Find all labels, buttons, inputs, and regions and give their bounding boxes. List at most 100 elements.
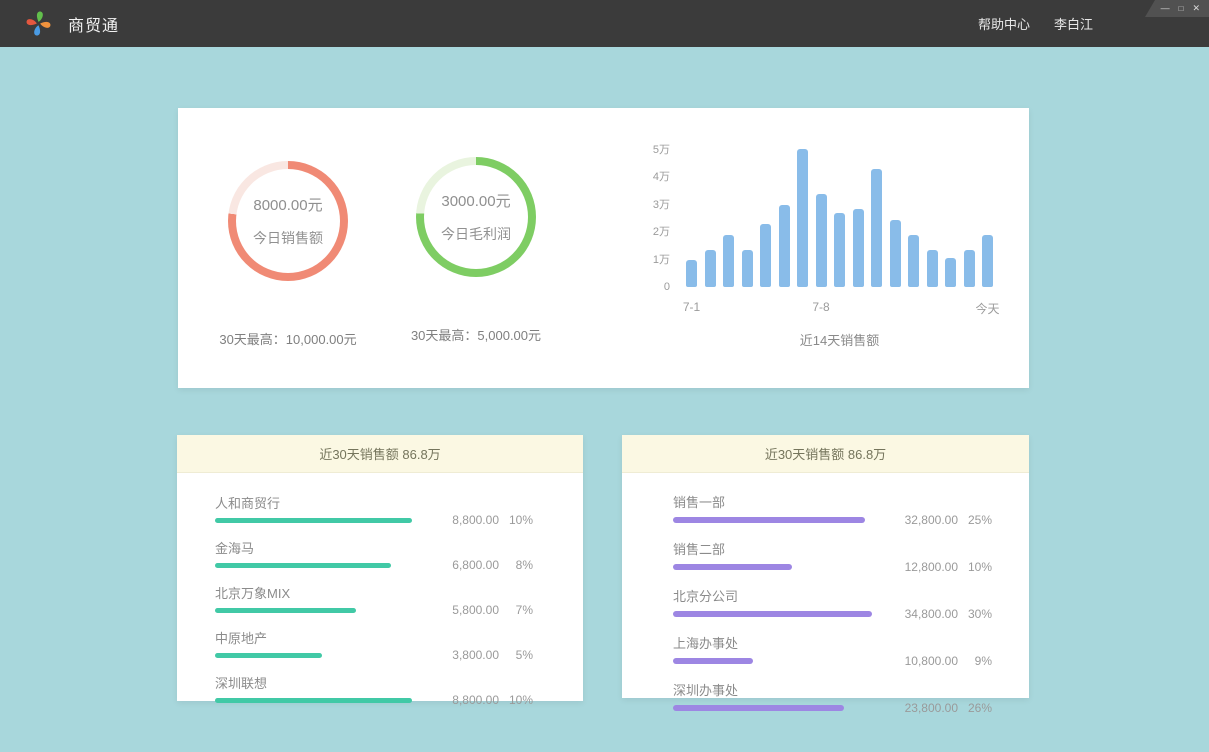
customers-list: 人和商贸行8,800.0010% 金海马6,800.008% 北京万象MIX5,80…: [177, 473, 583, 703]
sales-bar: [964, 250, 975, 287]
x-tick-label: 今天: [975, 300, 999, 317]
row-label: 深圳联想: [215, 673, 421, 692]
app-title: 商贸通: [68, 12, 119, 36]
header-nav: 帮助中心 李白江: [978, 0, 1093, 47]
y-tick-label: 3万: [653, 199, 670, 211]
row-label: 深圳办事处: [673, 680, 880, 699]
row-percent: 10%: [499, 693, 533, 707]
minimize-icon[interactable]: —: [1161, 0, 1170, 17]
row-bar: [673, 517, 865, 523]
row-bar: [673, 564, 792, 570]
row-percent: 26%: [958, 701, 992, 715]
bar-chart-caption: 近14天销售额: [686, 330, 993, 349]
row-bar: [215, 608, 356, 613]
row-percent: 9%: [958, 654, 992, 668]
today-profit-gauge: 3000.00元 今日毛利润 30天最高：5,000.00元: [396, 157, 556, 344]
profit-donut: 3000.00元 今日毛利润: [416, 157, 536, 277]
list-item: 北京万象MIX5,800.007%: [215, 583, 533, 613]
help-center-link[interactable]: 帮助中心: [978, 14, 1030, 33]
row-bar: [215, 653, 322, 658]
row-label: 北京分公司: [673, 586, 880, 605]
row-amount: 5,800.00: [421, 603, 499, 617]
today-sales-label: 今日销售额: [253, 228, 323, 248]
row-percent: 10%: [499, 513, 533, 527]
customers-card: 近30天销售额 86.8万 人和商贸行8,800.0010% 金海马6,800.0…: [177, 435, 583, 701]
row-label: 金海马: [215, 538, 421, 557]
sales-bar: [816, 194, 827, 287]
y-tick-label: 5万: [653, 144, 670, 156]
today-sales-footnote: 30天最高：10,000.00元: [208, 329, 368, 348]
x-tick-label: 7-8: [812, 300, 829, 314]
sales-bar: [945, 258, 956, 287]
departments-card: 近30天销售额 86.8万 销售一部32,800.0025% 销售二部12,800…: [622, 435, 1029, 698]
sales-bar: [834, 213, 845, 287]
row-bar: [673, 705, 844, 711]
sales-bar: [723, 235, 734, 287]
row-bar: [673, 658, 753, 664]
row-amount: 3,800.00: [421, 648, 499, 662]
today-profit-value: 3000.00元: [441, 190, 510, 211]
row-amount: 34,800.00: [880, 607, 958, 621]
row-label: 中原地产: [215, 628, 421, 647]
row-label: 上海办事处: [673, 633, 880, 652]
y-tick-label: 2万: [653, 226, 670, 238]
row-label: 销售二部: [673, 539, 880, 558]
today-profit-footnote: 30天最高：5,000.00元: [396, 325, 556, 344]
today-sales-value: 8000.00元: [253, 194, 322, 215]
sales-bar: [797, 149, 808, 287]
today-profit-label: 今日毛利润: [441, 224, 511, 244]
profit-donut-center: 3000.00元 今日毛利润: [424, 165, 528, 269]
sales-bar: [742, 250, 753, 287]
user-name[interactable]: 李白江: [1054, 14, 1093, 33]
list-item: 深圳办事处23,800.0026%: [673, 680, 992, 711]
list-item: 销售一部32,800.0025%: [673, 492, 992, 523]
list-item: 人和商贸行8,800.0010%: [215, 493, 533, 523]
row-percent: 10%: [958, 560, 992, 574]
window-controls: — □ ✕: [1145, 0, 1209, 17]
row-amount: 8,800.00: [421, 693, 499, 707]
bar-plot: [686, 145, 993, 287]
list-item: 销售二部12,800.0010%: [673, 539, 992, 570]
x-axis: 7-17-8今天: [686, 300, 993, 314]
list-item: 上海办事处10,800.009%: [673, 633, 992, 664]
sales-donut: 8000.00元 今日销售额: [228, 161, 348, 281]
plot-area: 7-17-8今天 近14天销售额: [686, 145, 993, 349]
list-item: 金海马6,800.008%: [215, 538, 533, 568]
sales-bar: [908, 235, 919, 287]
today-sales-gauge: 8000.00元 今日销售额 30天最高：10,000.00元: [208, 161, 368, 348]
row-label: 销售一部: [673, 492, 880, 511]
list-item: 中原地产3,800.005%: [215, 628, 533, 658]
row-amount: 8,800.00: [421, 513, 499, 527]
x-tick-label: 7-1: [683, 300, 700, 314]
list-item: 深圳联想8,800.0010%: [215, 673, 533, 703]
sales-bar: [705, 250, 716, 287]
row-amount: 32,800.00: [880, 513, 958, 527]
sales-bar: [890, 220, 901, 287]
sales-bar: [686, 260, 697, 287]
row-bar: [215, 518, 412, 523]
row-amount: 12,800.00: [880, 560, 958, 574]
row-percent: 30%: [958, 607, 992, 621]
row-percent: 7%: [499, 603, 533, 617]
row-percent: 5%: [499, 648, 533, 662]
y-tick-label: 1万: [653, 254, 670, 266]
customers-card-title: 近30天销售额 86.8万: [177, 435, 583, 473]
row-bar: [215, 698, 412, 703]
sales-bar: [779, 205, 790, 287]
close-icon[interactable]: ✕: [1192, 0, 1200, 17]
y-tick-label: 0: [664, 281, 670, 293]
sales-donut-center: 8000.00元 今日销售额: [236, 169, 340, 273]
y-axis: 01万2万3万4万5万: [642, 145, 670, 287]
sales-bar: [853, 209, 864, 287]
sales-bar: [871, 169, 882, 287]
sales-bar: [982, 235, 993, 287]
sales-bar: [760, 224, 771, 287]
row-bar: [215, 563, 391, 568]
row-bar: [673, 611, 872, 617]
title-bar: 商贸通 帮助中心 李白江 — □ ✕: [0, 0, 1209, 47]
maximize-icon[interactable]: □: [1179, 0, 1184, 17]
sales-bar: [927, 250, 938, 287]
list-item: 北京分公司34,800.0030%: [673, 586, 992, 617]
departments-card-title: 近30天销售额 86.8万: [622, 435, 1029, 473]
row-label: 北京万象MIX: [215, 583, 421, 602]
